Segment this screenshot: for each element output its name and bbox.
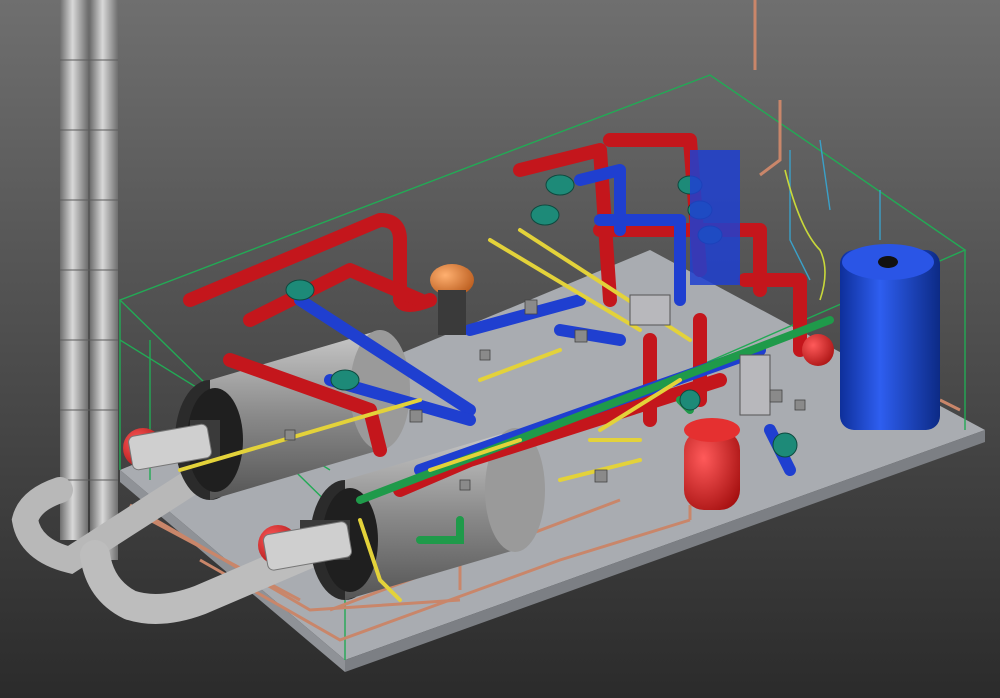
tank-icon <box>840 244 940 430</box>
boiler-room-scene <box>0 0 1000 698</box>
scene-canvas <box>0 0 1000 698</box>
expansion-vessel-icon <box>802 334 834 366</box>
distribution-manifold <box>690 150 740 285</box>
expansion-vessel-icon <box>684 418 740 510</box>
